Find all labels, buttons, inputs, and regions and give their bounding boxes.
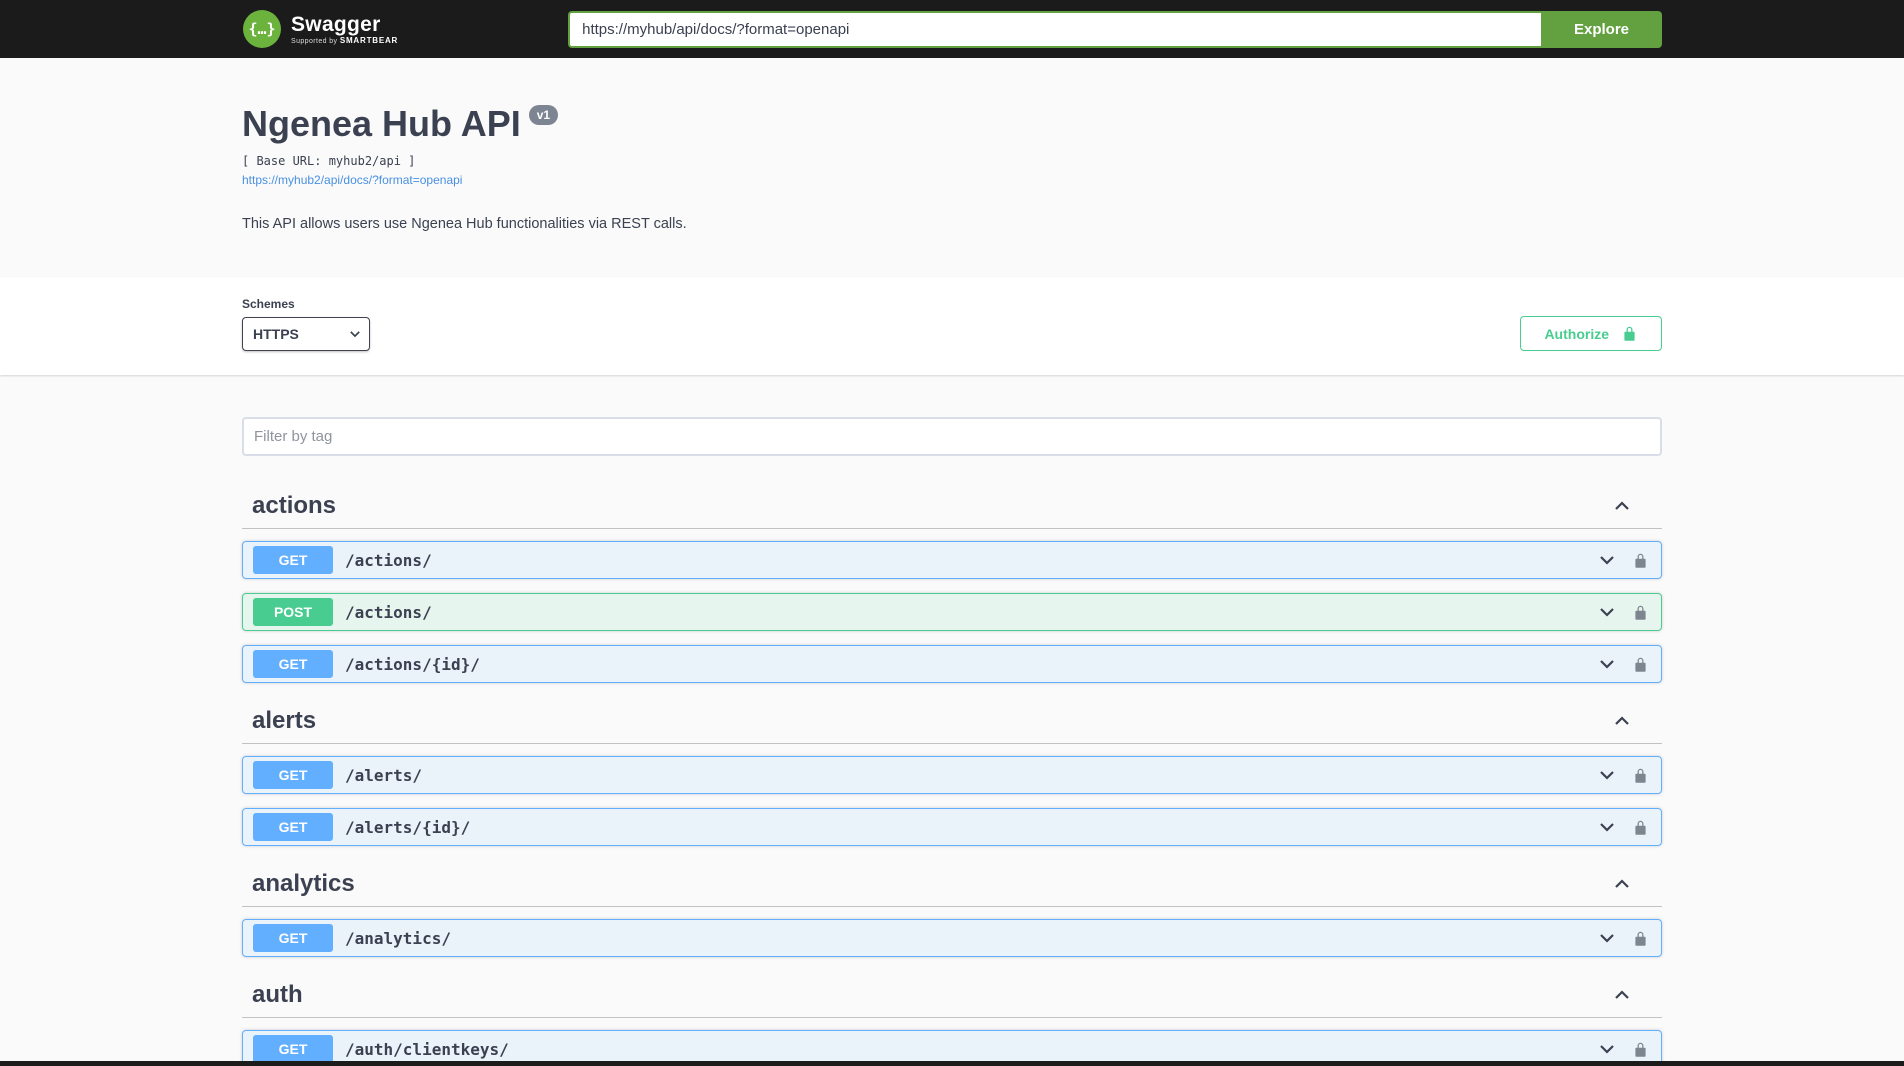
page-title: Ngenea Hub API v1 xyxy=(242,103,1662,145)
topbar: {…} Swagger Supported by SMARTBEAR Explo… xyxy=(0,0,1904,58)
method-badge: GET xyxy=(253,1035,333,1063)
operation-path: /alerts/{id}/ xyxy=(345,818,1597,837)
operation-icons xyxy=(1597,817,1651,837)
filter-input[interactable] xyxy=(242,417,1662,456)
scheme-select[interactable]: HTTPS xyxy=(242,317,370,351)
chevron-down-icon[interactable] xyxy=(1597,1039,1617,1059)
tag-header[interactable]: analytics xyxy=(242,862,1662,907)
operation-row[interactable]: GET /actions/ xyxy=(242,541,1662,579)
operation-icons xyxy=(1597,1039,1651,1059)
tag-header[interactable]: alerts xyxy=(242,699,1662,744)
chevron-down-icon[interactable] xyxy=(1597,654,1617,674)
operation-icons xyxy=(1597,765,1651,785)
scheme-select-wrapper: HTTPS xyxy=(242,317,370,351)
chevron-down-icon[interactable] xyxy=(1597,817,1617,837)
lock-icon[interactable] xyxy=(1632,604,1649,621)
url-input[interactable] xyxy=(568,11,1541,48)
chevron-up-icon[interactable] xyxy=(1612,496,1632,516)
tag-title: alerts xyxy=(252,707,316,735)
bottom-edge-bar xyxy=(0,1061,1904,1066)
swagger-logo-icon: {…} xyxy=(242,9,282,49)
method-badge: GET xyxy=(253,924,333,952)
operation-row[interactable]: GET /alerts/ xyxy=(242,756,1662,794)
authorize-label: Authorize xyxy=(1544,326,1609,342)
logo-subtitle-prefix: Supported by xyxy=(291,38,337,45)
chevron-down-icon[interactable] xyxy=(1597,602,1617,622)
method-badge: GET xyxy=(253,546,333,574)
tag-section: analytics GET /analytics/ xyxy=(242,862,1662,957)
tag-title: auth xyxy=(252,981,303,1009)
base-url: [ Base URL: myhub2/api ] xyxy=(242,154,1662,168)
version-badge: v1 xyxy=(529,105,558,125)
explore-button[interactable]: Explore xyxy=(1541,11,1662,48)
lock-icon[interactable] xyxy=(1632,656,1649,673)
swagger-logo: {…} Swagger Supported by SMARTBEAR xyxy=(242,9,398,49)
logo-text: Swagger Supported by SMARTBEAR xyxy=(291,13,398,46)
lock-icon[interactable] xyxy=(1632,552,1649,569)
tag-operations: GET /analytics/ xyxy=(242,919,1662,957)
lock-icon[interactable] xyxy=(1632,767,1649,784)
tag-operations: GET /actions/ POST /actions/ xyxy=(242,541,1662,683)
info-section: Ngenea Hub API v1 [ Base URL: myhub2/api… xyxy=(0,58,1904,277)
tag-operations: GET /alerts/ GET /alerts/{id}/ xyxy=(242,756,1662,846)
operation-icons xyxy=(1597,928,1651,948)
operation-row[interactable]: GET /analytics/ xyxy=(242,919,1662,957)
operations-container: actions GET /actions/ POST xyxy=(242,484,1662,1066)
operation-icons xyxy=(1597,654,1651,674)
svg-text:{…}: {…} xyxy=(248,20,275,38)
logo-title: Swagger xyxy=(291,13,398,36)
lock-icon xyxy=(1621,325,1638,342)
method-badge: GET xyxy=(253,650,333,678)
operation-path: /analytics/ xyxy=(345,929,1597,948)
chevron-up-icon[interactable] xyxy=(1612,874,1632,894)
schemes-label: Schemes xyxy=(242,297,370,311)
api-title-text: Ngenea Hub API xyxy=(242,103,521,145)
scheme-section: Schemes HTTPS Authorize xyxy=(0,277,1904,375)
spec-link[interactable]: https://myhub2/api/docs/?format=openapi xyxy=(242,173,462,187)
operations-main: actions GET /actions/ POST xyxy=(0,375,1904,1066)
tag-title: analytics xyxy=(252,870,355,898)
tag-section: actions GET /actions/ POST xyxy=(242,484,1662,683)
tag-section: alerts GET /alerts/ GET / xyxy=(242,699,1662,846)
tag-header[interactable]: auth xyxy=(242,973,1662,1018)
chevron-down-icon[interactable] xyxy=(1597,765,1617,785)
operation-icons xyxy=(1597,602,1651,622)
authorize-button[interactable]: Authorize xyxy=(1520,316,1662,351)
logo-subtitle-brand: SMARTBEAR xyxy=(340,36,398,45)
chevron-up-icon[interactable] xyxy=(1612,711,1632,731)
lock-icon[interactable] xyxy=(1632,819,1649,836)
tag-section: auth GET /auth/clientkeys/ xyxy=(242,973,1662,1066)
operation-path: /auth/clientkeys/ xyxy=(345,1040,1597,1059)
operation-path: /actions/{id}/ xyxy=(345,655,1597,674)
operation-row[interactable]: GET /actions/{id}/ xyxy=(242,645,1662,683)
tag-title: actions xyxy=(252,492,336,520)
schemes-block: Schemes HTTPS xyxy=(242,297,370,351)
operation-row[interactable]: GET /alerts/{id}/ xyxy=(242,808,1662,846)
method-badge: GET xyxy=(253,813,333,841)
operation-path: /actions/ xyxy=(345,551,1597,570)
method-badge: POST xyxy=(253,598,333,626)
logo-subtitle: Supported by SMARTBEAR xyxy=(291,37,398,46)
method-badge: GET xyxy=(253,761,333,789)
tag-header[interactable]: actions xyxy=(242,484,1662,529)
chevron-up-icon[interactable] xyxy=(1612,985,1632,1005)
operation-icons xyxy=(1597,550,1651,570)
operation-path: /actions/ xyxy=(345,603,1597,622)
operation-path: /alerts/ xyxy=(345,766,1597,785)
lock-icon[interactable] xyxy=(1632,930,1649,947)
api-description: This API allows users use Ngenea Hub fun… xyxy=(242,216,1662,232)
chevron-down-icon[interactable] xyxy=(1597,928,1617,948)
explore-form: Explore xyxy=(568,11,1662,48)
chevron-down-icon[interactable] xyxy=(1597,550,1617,570)
page: {…} Swagger Supported by SMARTBEAR Explo… xyxy=(0,0,1904,1066)
operation-row[interactable]: POST /actions/ xyxy=(242,593,1662,631)
lock-icon[interactable] xyxy=(1632,1041,1649,1058)
